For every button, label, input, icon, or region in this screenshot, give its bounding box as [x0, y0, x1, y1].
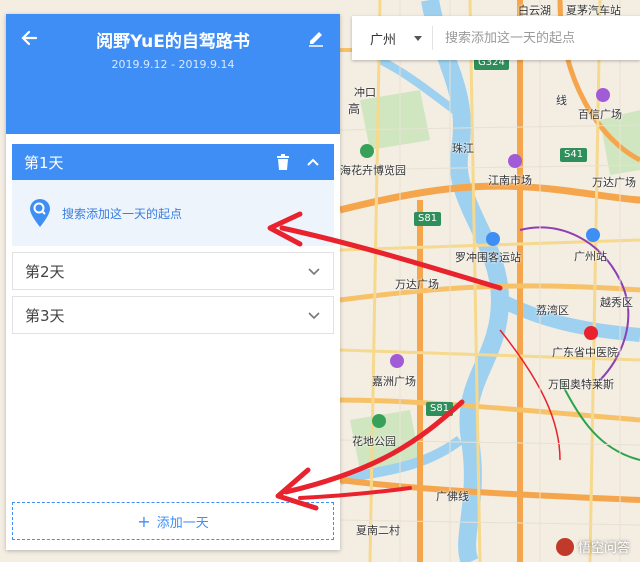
- map-label-gao: 高: [348, 102, 361, 116]
- map-label-guangfo: 广佛线: [436, 490, 469, 503]
- caret-down-icon: [414, 35, 423, 41]
- city-select[interactable]: 广州: [352, 26, 434, 50]
- edit-pencil-icon[interactable]: [306, 28, 326, 48]
- watermark: 悟空问答: [555, 537, 630, 556]
- poi-train-station-icon[interactable]: [586, 228, 600, 242]
- map-label-chongkou: 冲口: [354, 86, 376, 99]
- road-badge-s81-north: S81: [414, 212, 442, 226]
- poi-park-icon[interactable]: [360, 144, 374, 158]
- day-1-header[interactable]: 第1天: [12, 144, 334, 180]
- map-label-expo: 海花卉博览园: [340, 164, 406, 177]
- poi-bus-station-icon[interactable]: [486, 232, 500, 246]
- panel-header: 阅野YuE的自驾路书 2019.9.12 - 2019.9.14: [6, 14, 340, 134]
- map-label-yuexiu: 越秀区: [600, 296, 633, 309]
- chevron-up-icon[interactable]: [304, 153, 322, 171]
- map-label-wanda-north: 万达广场: [592, 176, 636, 189]
- watermark-text: 悟空问答: [577, 541, 630, 556]
- map-label-gzstation: 广州站: [574, 250, 607, 263]
- chevron-down-icon: [308, 268, 320, 276]
- wukong-logo-icon: [555, 537, 574, 556]
- poi-park-icon[interactable]: [372, 414, 386, 428]
- roadbook-panel: 阅野YuE的自驾路书 2019.9.12 - 2019.9.14 第1天 搜索添…: [6, 14, 340, 550]
- page-title: 阅野YuE的自驾路书: [96, 32, 250, 52]
- road-badge-s81-south: S81: [426, 402, 454, 416]
- map-label-station: 罗冲围客运站: [455, 251, 521, 264]
- map-label-wanda-west: 万达广场: [395, 278, 439, 291]
- map-label-liwan: 荔湾区: [536, 304, 569, 317]
- chevron-down-icon: [308, 312, 320, 320]
- map-label-wanguo: 万国奥特莱斯: [548, 378, 614, 391]
- map-label-xianan: 夏南二村: [356, 524, 400, 537]
- map-search-input[interactable]: [433, 30, 624, 46]
- trip-dates: 2019.9.12 - 2019.9.14: [111, 58, 235, 71]
- map-search-bar: 广州: [352, 16, 640, 60]
- map-label-park: 花地公园: [352, 435, 396, 448]
- map-label-baixin: 百信广场: [578, 108, 622, 121]
- poi-shopping-icon[interactable]: [390, 354, 404, 368]
- day-1-search-start-link[interactable]: 搜索添加这一天的起点: [62, 205, 182, 222]
- road-badge-s41: S41: [560, 148, 588, 162]
- poi-hospital-icon[interactable]: [584, 326, 598, 340]
- day-3-label: 第3天: [25, 306, 65, 325]
- trash-icon[interactable]: [274, 153, 292, 171]
- day-2-header[interactable]: 第2天: [12, 252, 334, 290]
- map-label-tcm: 广东省中医院: [552, 346, 618, 359]
- day-3-header[interactable]: 第3天: [12, 296, 334, 334]
- poi-shopping-icon[interactable]: [508, 154, 522, 168]
- map-label-jiangnan: 江南市场: [488, 174, 532, 187]
- day-list: 第1天 搜索添加这一天的起点 第2天 第3天: [6, 144, 340, 334]
- map-label-jiazhou: 嘉洲广场: [372, 375, 416, 388]
- day-2-label: 第2天: [25, 262, 65, 281]
- add-day-button[interactable]: + 添加一天: [12, 502, 334, 540]
- search-pin-icon: [30, 199, 50, 227]
- map-label-xian: 线: [556, 94, 567, 107]
- plus-icon: +: [137, 511, 151, 531]
- day-1-body: 搜索添加这一天的起点: [12, 180, 334, 246]
- city-select-value: 广州: [370, 32, 397, 48]
- day-1-label: 第1天: [24, 153, 64, 172]
- map-label-zhujiang: 珠江: [452, 142, 474, 155]
- poi-shopping-icon[interactable]: [596, 88, 610, 102]
- add-day-label: 添加一天: [156, 515, 209, 531]
